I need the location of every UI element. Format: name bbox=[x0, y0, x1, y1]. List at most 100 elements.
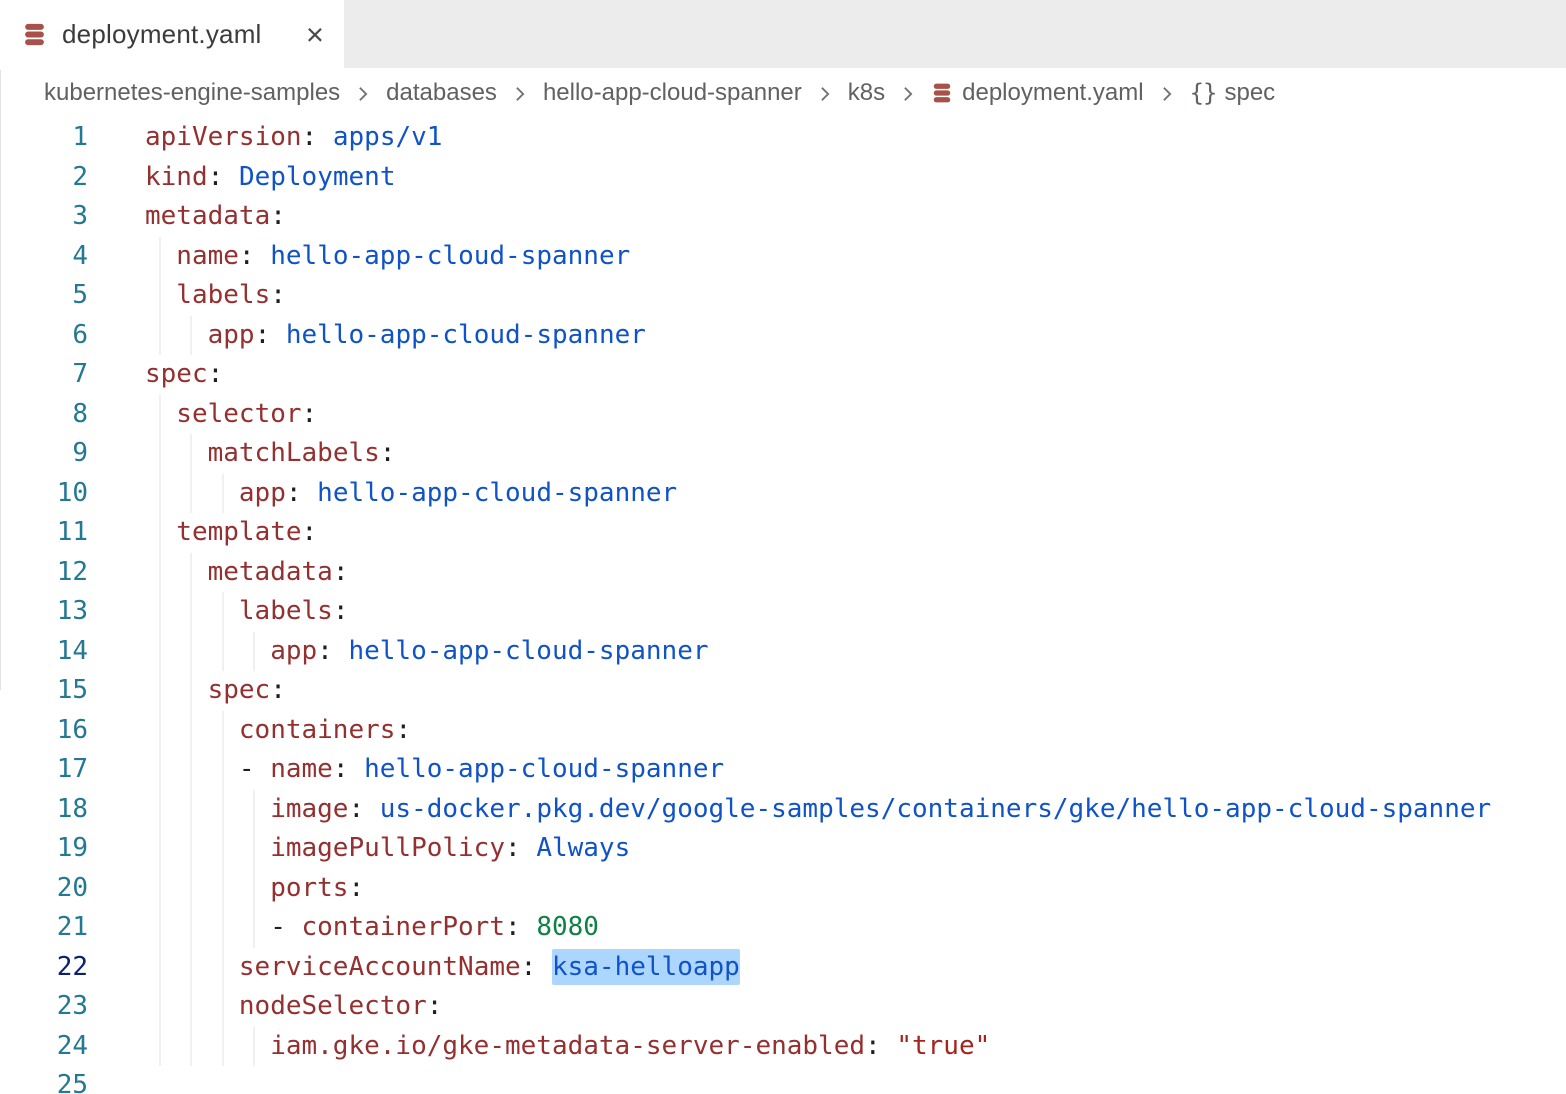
token: : bbox=[333, 754, 364, 784]
breadcrumb-label: databases bbox=[386, 79, 497, 107]
token: apps/v1 bbox=[333, 122, 443, 152]
indent-guide bbox=[208, 750, 239, 790]
token: iam.gke.io/gke-metadata-server-enabled bbox=[270, 1031, 865, 1061]
indent-guide bbox=[208, 908, 239, 948]
line-number[interactable]: 13 bbox=[0, 592, 88, 632]
token: labels bbox=[176, 280, 270, 310]
indent-guide bbox=[145, 908, 176, 948]
token: hello-app-cloud-spanner bbox=[317, 478, 677, 508]
line-number[interactable]: 14 bbox=[0, 632, 88, 672]
indent-guide bbox=[145, 948, 176, 988]
token: hello-app-cloud-spanner bbox=[286, 320, 646, 350]
code-line: 19imagePullPolicy: Always bbox=[0, 829, 1566, 869]
token: name bbox=[270, 754, 333, 784]
token: : bbox=[333, 596, 349, 626]
indent-guide bbox=[145, 592, 176, 632]
code-line: 2kind: Deployment bbox=[0, 158, 1566, 198]
token: us-docker.pkg.dev/google-samples/contain… bbox=[380, 794, 1491, 824]
line-number[interactable]: 24 bbox=[0, 1027, 88, 1067]
token: apiVersion bbox=[145, 122, 302, 152]
code-editor[interactable]: 1apiVersion: apps/v12kind: Deployment3me… bbox=[0, 118, 1566, 1094]
line-number[interactable]: 11 bbox=[0, 513, 88, 553]
indent-guide bbox=[145, 1027, 176, 1067]
code-text: name: hello-app-cloud-spanner bbox=[88, 237, 630, 277]
line-number[interactable]: 2 bbox=[0, 158, 88, 198]
line-number[interactable]: 20 bbox=[0, 869, 88, 909]
code-text: labels: bbox=[88, 592, 348, 632]
token: labels bbox=[239, 596, 333, 626]
tab-close-icon[interactable]: × bbox=[306, 19, 324, 50]
line-number[interactable]: 10 bbox=[0, 474, 88, 514]
indent-guide bbox=[145, 632, 176, 672]
code-text: ports: bbox=[88, 869, 364, 909]
token: : bbox=[302, 399, 318, 429]
breadcrumb-item-deployment-yaml[interactable]: deployment.yaml bbox=[931, 79, 1143, 107]
indent-guide bbox=[208, 632, 239, 672]
token: matchLabels bbox=[208, 438, 380, 468]
indent-guide bbox=[176, 474, 207, 514]
line-number[interactable]: 17 bbox=[0, 750, 88, 790]
indent-guide bbox=[145, 553, 176, 593]
code-line: 3metadata: bbox=[0, 197, 1566, 237]
indent-guide bbox=[176, 750, 207, 790]
code-line: 12metadata: bbox=[0, 553, 1566, 593]
tab-deployment-yaml[interactable]: deployment.yaml × bbox=[0, 0, 344, 68]
chevron-right-icon bbox=[1157, 84, 1177, 104]
line-number[interactable]: 4 bbox=[0, 237, 88, 277]
token: containers bbox=[239, 715, 396, 745]
breadcrumb-item-spec[interactable]: {}spec bbox=[1190, 79, 1276, 107]
line-number[interactable]: 16 bbox=[0, 711, 88, 751]
line-number[interactable]: 6 bbox=[0, 316, 88, 356]
line-number[interactable]: 12 bbox=[0, 553, 88, 593]
indent-guide bbox=[176, 592, 207, 632]
line-number[interactable]: 21 bbox=[0, 908, 88, 948]
line-number[interactable]: 9 bbox=[0, 434, 88, 474]
indent-guide bbox=[176, 908, 207, 948]
breadcrumb-item-hello-app-cloud-spanner[interactable]: hello-app-cloud-spanner bbox=[543, 79, 802, 107]
token: Always bbox=[536, 833, 630, 863]
breadcrumb-item-databases[interactable]: databases bbox=[386, 79, 497, 107]
line-number[interactable]: 22 bbox=[0, 948, 88, 988]
token: hello-app-cloud-spanner bbox=[348, 636, 708, 666]
indent-guide bbox=[145, 237, 176, 277]
code-text bbox=[88, 1066, 145, 1094]
code-line: 17- name: hello-app-cloud-spanner bbox=[0, 750, 1566, 790]
indent-guide bbox=[176, 316, 207, 356]
line-number[interactable]: 23 bbox=[0, 987, 88, 1027]
line-number[interactable]: 25 bbox=[0, 1066, 88, 1094]
code-text: template: bbox=[88, 513, 317, 553]
code-text: serviceAccountName: ksa-helloapp bbox=[88, 948, 740, 988]
code-line: 21- containerPort: 8080 bbox=[0, 908, 1566, 948]
token: : bbox=[208, 162, 239, 192]
line-number[interactable]: 7 bbox=[0, 355, 88, 395]
token: app bbox=[208, 320, 255, 350]
line-number[interactable]: 19 bbox=[0, 829, 88, 869]
indent-guide bbox=[239, 869, 270, 909]
code-line: 6app: hello-app-cloud-spanner bbox=[0, 316, 1566, 356]
token: spec bbox=[145, 359, 208, 389]
indent-guide bbox=[176, 671, 207, 711]
line-number[interactable]: 18 bbox=[0, 790, 88, 830]
line-number[interactable]: 5 bbox=[0, 276, 88, 316]
code-line: 23nodeSelector: bbox=[0, 987, 1566, 1027]
code-text: nodeSelector: bbox=[88, 987, 442, 1027]
line-number[interactable]: 8 bbox=[0, 395, 88, 435]
token: : bbox=[380, 438, 396, 468]
token: : bbox=[317, 636, 348, 666]
indent-guide bbox=[176, 711, 207, 751]
line-number[interactable]: 3 bbox=[0, 197, 88, 237]
breadcrumb-item-k8s[interactable]: k8s bbox=[848, 79, 885, 107]
code-text: selector: bbox=[88, 395, 317, 435]
code-text: apiVersion: apps/v1 bbox=[88, 118, 442, 158]
indent-guide bbox=[145, 474, 176, 514]
code-text: - containerPort: 8080 bbox=[88, 908, 599, 948]
line-number[interactable]: 1 bbox=[0, 118, 88, 158]
code-line: 25 bbox=[0, 1066, 1566, 1094]
indent-guide bbox=[176, 1027, 207, 1067]
line-number[interactable]: 15 bbox=[0, 671, 88, 711]
token: : bbox=[270, 280, 286, 310]
indent-guide bbox=[239, 790, 270, 830]
breadcrumb-item-kubernetes-engine-samples[interactable]: kubernetes-engine-samples bbox=[44, 79, 340, 107]
code-line: 16containers: bbox=[0, 711, 1566, 751]
indent-guide bbox=[145, 869, 176, 909]
